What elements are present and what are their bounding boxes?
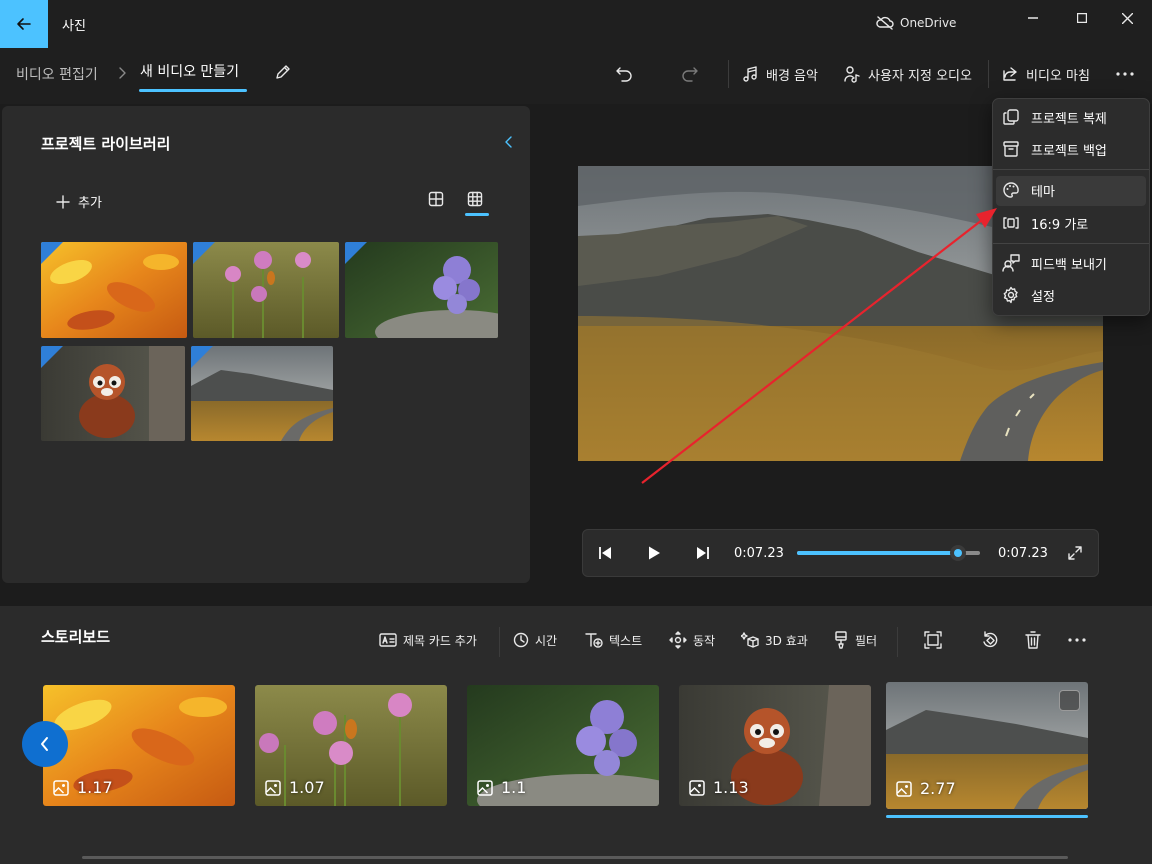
annotation-arrow: [641, 208, 997, 484]
